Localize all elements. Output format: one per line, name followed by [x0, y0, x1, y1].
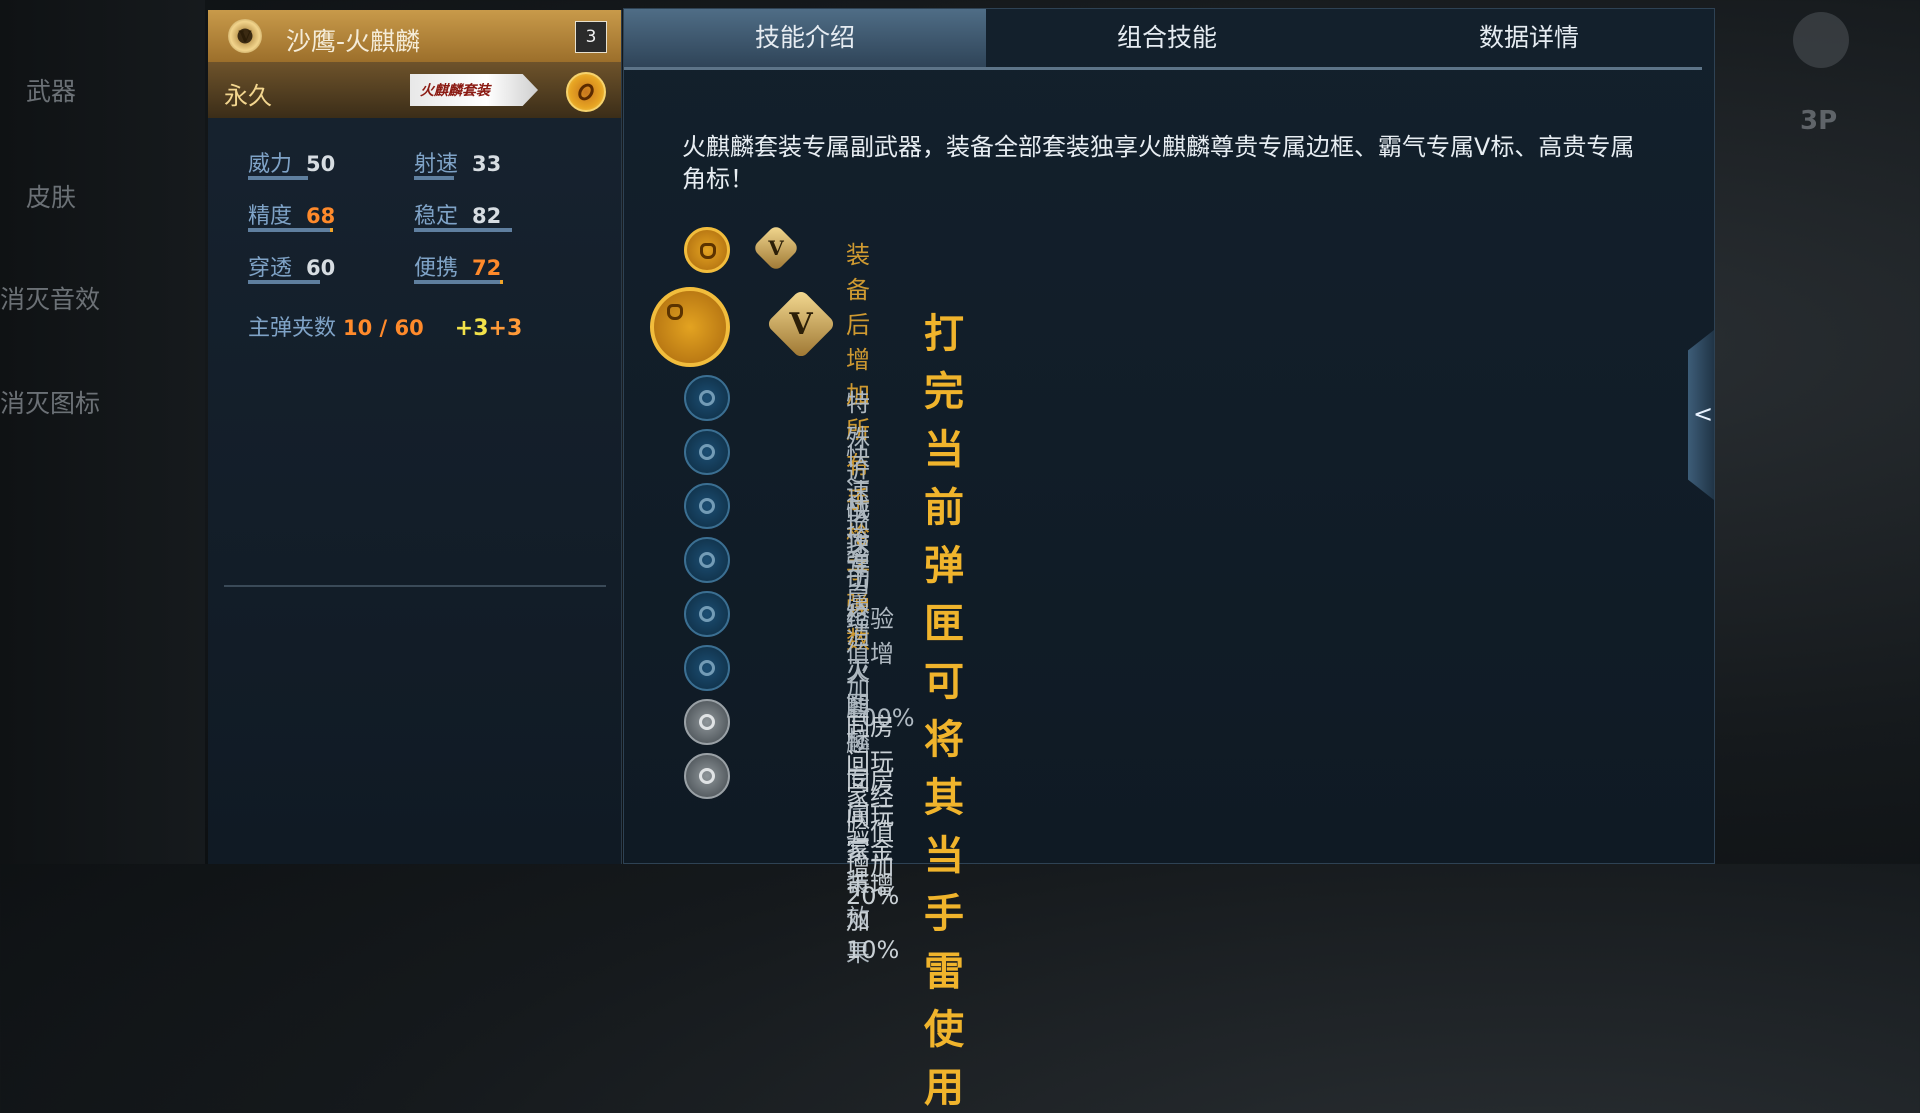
- nav-label: 皮肤: [26, 183, 77, 212]
- tab-bar: 技能介绍 组合技能 数据详情: [624, 9, 1714, 67]
- ammo-bonus: +3: [454, 316, 489, 341]
- left-nav: 武器 皮肤 消灭音效 消灭图标: [0, 0, 205, 864]
- weapon-description: 火麒麟套装专属副武器，装备全部套装独享火麒麟尊贵专属边框、霸气专属V标、高贵专属…: [682, 133, 1635, 193]
- weapon-header: V 沙鹰-火麒麟 3: [208, 10, 621, 62]
- weapon-stat-panel: V 沙鹰-火麒麟 3 永久 火麒麟套装 威力 50 射速 33 精度 68 稳定 82 …: [208, 10, 622, 864]
- bullet-icon: [684, 227, 730, 273]
- reload-icon: [684, 429, 730, 475]
- stat-accuracy: 精度 68: [248, 204, 336, 229]
- nav-item-skin[interactable]: 皮肤: [0, 178, 205, 214]
- coin-icon[interactable]: [566, 72, 606, 112]
- nav-label: 武器: [26, 77, 77, 106]
- weapon-duration: 永久: [224, 82, 272, 110]
- tab-underline: [624, 67, 1702, 70]
- exp-icon: [684, 591, 730, 637]
- v-badge-icon: V: [751, 223, 801, 273]
- nav-item-kill-sound[interactable]: 消灭音效: [0, 280, 205, 316]
- nav-item-weapon[interactable]: 武器: [0, 72, 205, 108]
- skills-panel: 技能介绍 组合技能 数据详情 火麒麟套装专属副武器，装备全部套装独享火麒麟尊贵专…: [623, 8, 1715, 1111]
- stat-power: 威力 50: [248, 152, 336, 177]
- nav-label: 消灭音效: [0, 285, 101, 314]
- weapon-level-badge: 3: [575, 21, 607, 53]
- room-coin-icon: [684, 753, 730, 799]
- switch-icon: [684, 483, 730, 529]
- stat-bar: [414, 176, 454, 180]
- chevron-left-icon: <: [1693, 400, 1714, 428]
- nav-label: 消灭图标: [0, 389, 101, 418]
- tab-skill-intro[interactable]: 技能介绍: [624, 9, 986, 67]
- stat-bar: [248, 228, 333, 232]
- stat-penetration: 穿透 60: [248, 256, 336, 281]
- stat-bar: [414, 228, 512, 232]
- skill-text: 打完当前弹匣可将其当手雷使用: [924, 311, 964, 1111]
- view-toggle-3p[interactable]: 3P: [1800, 106, 1837, 136]
- kill-icon: [684, 537, 730, 583]
- nav-item-kill-icon[interactable]: 消灭图标: [0, 384, 205, 420]
- melee-icon: [684, 375, 730, 421]
- tab-data-details[interactable]: 数据详情: [1348, 9, 1710, 67]
- stat-bar: [414, 280, 503, 284]
- stat-bar: [248, 280, 320, 284]
- tab-combo-skill[interactable]: 组合技能: [986, 9, 1348, 67]
- suit-icon: [684, 645, 730, 691]
- collapse-panel-handle[interactable]: <: [1688, 330, 1714, 500]
- room-exp-icon: [684, 699, 730, 745]
- stat-bar: [248, 176, 308, 180]
- ammo-bonus: +3: [488, 316, 523, 341]
- stat-stability: 稳定 82: [414, 204, 502, 229]
- stat-bar-tip: [500, 280, 503, 284]
- stat-portability: 便携 72: [414, 256, 502, 281]
- skill-text: 同房间玩家金币增加10%: [846, 767, 900, 964]
- stat-fire-rate: 射速 33: [414, 152, 502, 177]
- stat-bar-tip: [330, 228, 333, 232]
- v-badge-icon: V: [228, 19, 262, 53]
- weapon-name: 沙鹰-火麒麟: [286, 27, 421, 56]
- camera-icon[interactable]: [1793, 12, 1849, 68]
- v-badge-icon: V: [765, 288, 837, 360]
- panel-divider: [224, 585, 606, 587]
- grenade-icon: [650, 287, 730, 367]
- ammo-stat: 主弹夹数 10 / 60 +3+3: [248, 316, 523, 341]
- suit-tag: 火麒麟套装: [410, 74, 538, 106]
